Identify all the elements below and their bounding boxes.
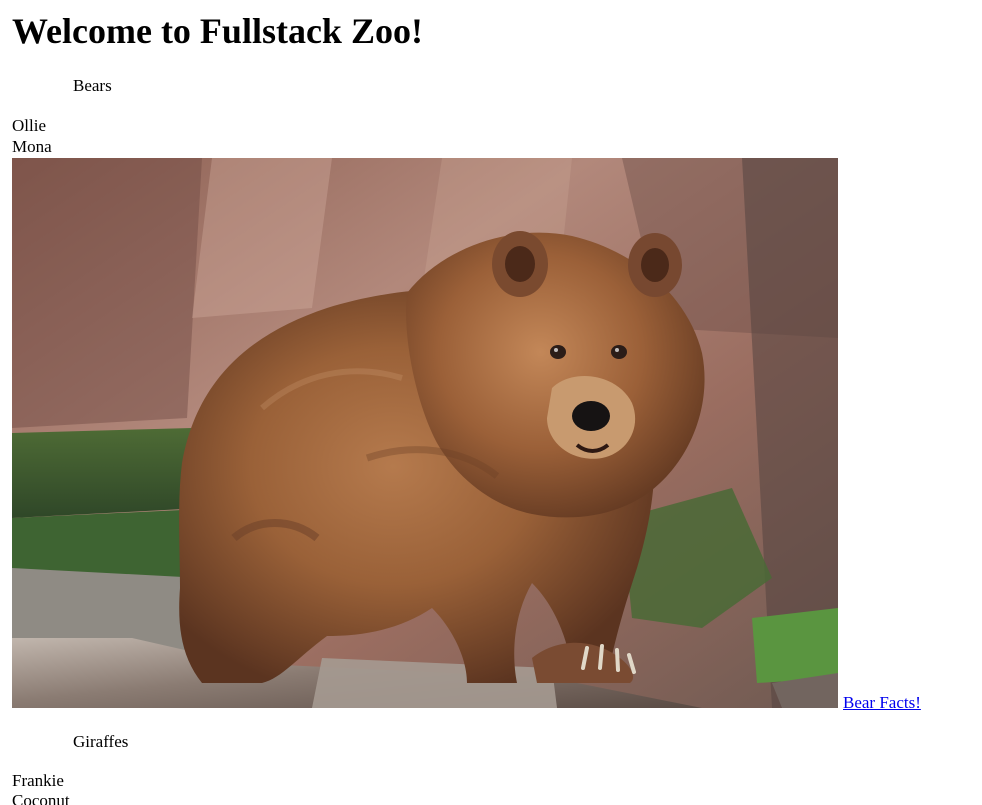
page-title: Welcome to Fullstack Zoo!	[12, 11, 423, 51]
bear-photo	[12, 158, 838, 708]
bear-name-item: Ollie	[12, 116, 46, 135]
bears-section-title: Bears	[73, 76, 112, 95]
bear-facts-link[interactable]: Bear Facts!	[843, 693, 921, 713]
giraffe-name-item: Coconut	[12, 791, 70, 805]
giraffes-section-title: Giraffes	[73, 732, 129, 751]
zoo-page: Welcome to Fullstack Zoo! Bears Ollie Mo…	[12, 0, 970, 805]
giraffe-name-item: Frankie	[12, 771, 64, 790]
bear-image	[12, 158, 838, 708]
bear-name-item: Mona	[12, 137, 52, 156]
